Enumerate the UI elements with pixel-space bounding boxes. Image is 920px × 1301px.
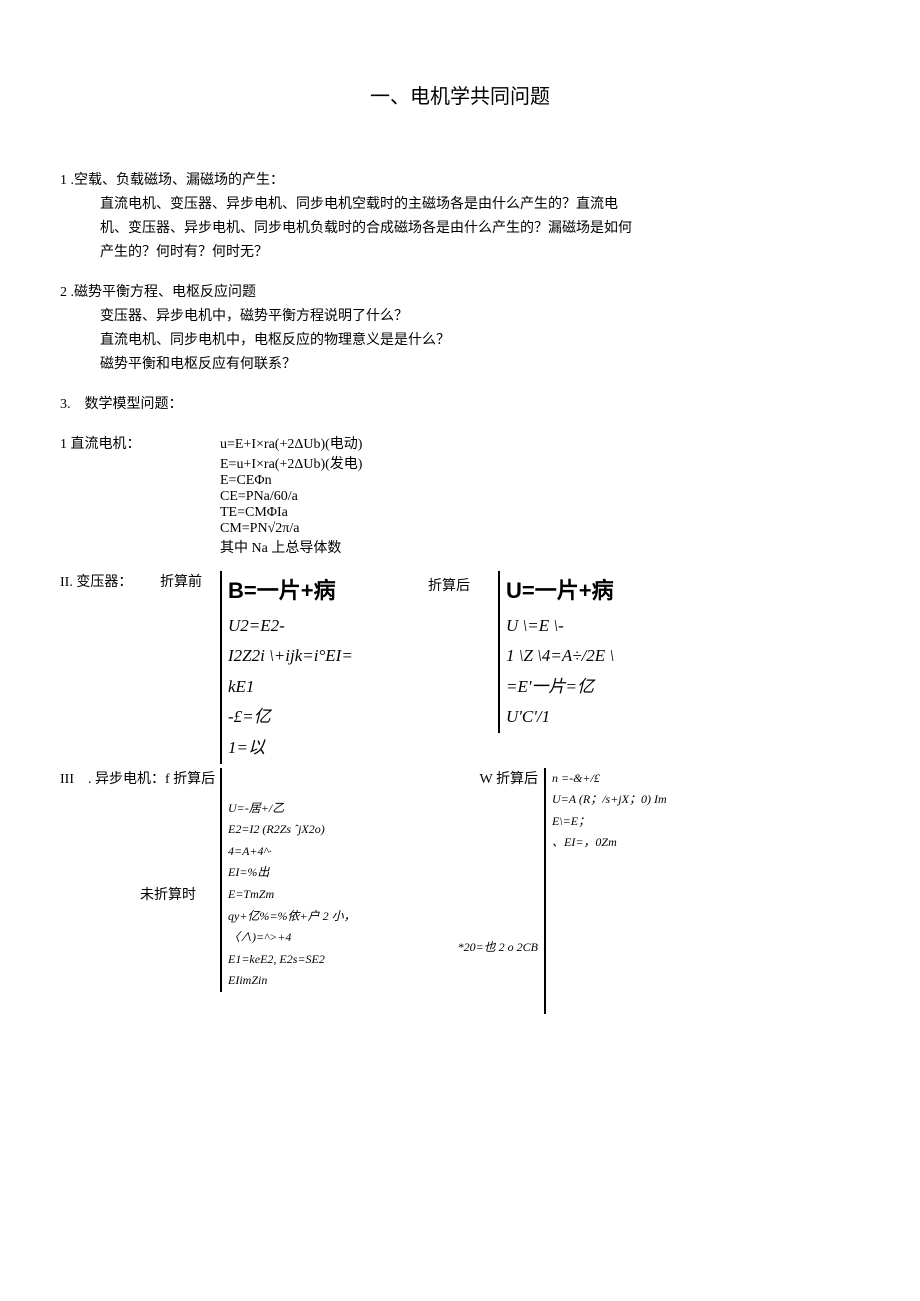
async-right-group: n =-&+/£ U=A (R；/s+jX；0) Im E\=E； 、EI=，0… xyxy=(544,768,667,1014)
tr-label: II. 变压器： xyxy=(60,571,160,591)
s1-line3: 产生的？何时有？何时无？ xyxy=(60,241,860,261)
tr-left-e5: -£=亿 xyxy=(228,702,428,733)
s1-line2: 机、变压器、异步电机、同步电机负载时的合成磁场各是由什么产生的？漏磁场是如何 xyxy=(60,217,860,237)
as-l6: qy+亿%=%依+户 2 小， xyxy=(228,906,448,928)
dc-f5: TE=CMΦIa xyxy=(220,505,362,521)
dc-block: 1 直流电机： u=E+I×ra(+2ΔUb)(电动) E=u+I×ra(+2Δ… xyxy=(60,433,860,557)
page-title: 一、电机学共同问题 xyxy=(60,80,860,109)
async-w-label: W 折算后 xyxy=(448,768,538,788)
s2-line3: 磁势平衡和电枢反应有何联系？ xyxy=(60,353,860,373)
dc-f2: E=u+I×ra(+2ΔUb)(发电) xyxy=(220,453,362,473)
tr-right-e4: =E'一片=亿 xyxy=(506,672,614,703)
as-l3: 4=A+4^· xyxy=(228,841,448,863)
s1-line1: 直流电机、变压器、异步电机、同步电机空载时的主磁场各是由什么产生的？直流电 xyxy=(60,193,860,213)
as-l1: U=-居+/乙 xyxy=(228,798,448,820)
async-unfold-label: 未折算时 xyxy=(140,884,196,904)
tr-right-e2: U \=E \- xyxy=(506,611,614,642)
as-l5: E=TmZm xyxy=(228,884,448,906)
tr-right-e5: U'C'/1 xyxy=(506,702,614,733)
tr-right-group: U=一片+病 U \=E \- 1 \Z \4=A÷/2E \ =E'一片=亿 … xyxy=(498,571,614,733)
section-1: 1 .空载、负载磁场、漏磁场的产生： 直流电机、变压器、异步电机、同步电机空载时… xyxy=(60,169,860,261)
tr-left-e6: 1=以 xyxy=(228,733,428,764)
as-r4: 、EI=，0Zm xyxy=(552,832,667,854)
s2-line2: 直流电机、同步电机中，电枢反应的物理意义是是什么？ xyxy=(60,329,860,349)
dc-f6: CM=PN√2π/a xyxy=(220,521,362,537)
dc-f7: 其中 Na 上总导体数 xyxy=(220,537,362,557)
async-label: III . 异步电机：f 折算后 xyxy=(60,768,220,788)
as-r3: E\=E； xyxy=(552,811,667,833)
as-l2: E2=I2 (R2Zs ˆjX2o) xyxy=(228,819,448,841)
as-l4: EI=%出 xyxy=(228,862,448,884)
tr-pre-label: 折算前 xyxy=(160,571,220,591)
as-r1: n =-&+/£ xyxy=(552,768,667,790)
s2-line1: 变压器、异步电机中，磁势平衡方程说明了什么？ xyxy=(60,305,860,325)
s3-head: 3. 数学模型问题： xyxy=(60,393,860,413)
as-l7: 〈∧)=^>+4 xyxy=(228,927,448,949)
s2-head: 2 .磁势平衡方程、电枢反应问题 xyxy=(60,281,860,301)
tr-right-e3: 1 \Z \4=A÷/2E \ xyxy=(506,641,614,672)
async-star-note: *20=也 2 o 2CB xyxy=(448,938,538,955)
tr-left-e2: U2=E2- xyxy=(228,611,428,642)
as-r2: U=A (R；/s+jX；0) Im xyxy=(552,789,667,811)
tr-left-e1: B=一片+病 xyxy=(228,571,428,611)
tr-left-e3: I2Z2i \+ijk=i°EI= xyxy=(228,641,428,672)
tr-right-e1: U=一片+病 xyxy=(506,571,614,611)
dc-f1: u=E+I×ra(+2ΔUb)(电动) xyxy=(220,433,362,453)
as-l9: EIimZin xyxy=(228,970,448,992)
tr-left-e4: kE1 xyxy=(228,672,428,703)
as-l8: E1=keE2, E2s=SE2 xyxy=(228,949,448,971)
section-3: 3. 数学模型问题： xyxy=(60,393,860,413)
transformer-block: II. 变压器： 折算前 B=一片+病 U2=E2- I2Z2i \+ijk=i… xyxy=(60,571,860,764)
dc-f3: E=CEΦn xyxy=(220,473,362,489)
s1-head: 1 .空载、负载磁场、漏磁场的产生： xyxy=(60,169,860,189)
tr-left-group: B=一片+病 U2=E2- I2Z2i \+ijk=i°EI= kE1 -£=亿… xyxy=(220,571,428,764)
async-left-group: U=-居+/乙 E2=I2 (R2Zs ˆjX2o) 4=A+4^· EI=%出… xyxy=(220,768,448,992)
dc-label: 1 直流电机： xyxy=(60,433,220,453)
tr-post-label: 折算后 xyxy=(428,571,498,595)
dc-f4: CE=PNa/60/a xyxy=(220,489,362,505)
section-2: 2 .磁势平衡方程、电枢反应问题 变压器、异步电机中，磁势平衡方程说明了什么？ … xyxy=(60,281,860,373)
